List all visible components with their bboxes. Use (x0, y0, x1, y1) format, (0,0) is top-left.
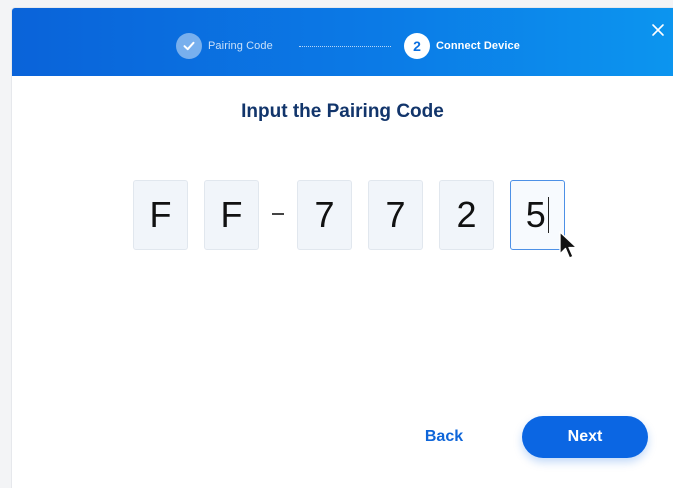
code-digit-6[interactable]: 5 (510, 180, 565, 250)
step-divider (299, 46, 391, 47)
next-button[interactable]: Next (522, 416, 648, 458)
code-digit-2[interactable]: F (204, 180, 259, 250)
code-separator (272, 213, 284, 215)
step-label: Pairing Code (208, 40, 273, 52)
step-number: 2 (404, 33, 430, 59)
text-caret (547, 197, 550, 233)
code-digit-3[interactable]: 7 (297, 180, 352, 250)
code-digit-5[interactable]: 2 (439, 180, 494, 250)
step-pairing-code: Pairing Code (176, 33, 273, 59)
step-label: Connect Device (436, 40, 520, 52)
code-digit-1[interactable]: F (133, 180, 188, 250)
step-connect-device: 2 Connect Device (404, 33, 520, 59)
pairing-dialog: Pairing Code 2 Connect Device Input the … (12, 8, 673, 488)
back-button[interactable]: Back (412, 428, 476, 448)
close-icon[interactable] (651, 23, 665, 37)
stepper-header: Pairing Code 2 Connect Device (12, 8, 673, 76)
code-digit-4[interactable]: 7 (368, 180, 423, 250)
check-icon (176, 33, 202, 59)
mouse-pointer-icon (559, 231, 579, 266)
page-title: Input the Pairing Code (241, 101, 444, 122)
